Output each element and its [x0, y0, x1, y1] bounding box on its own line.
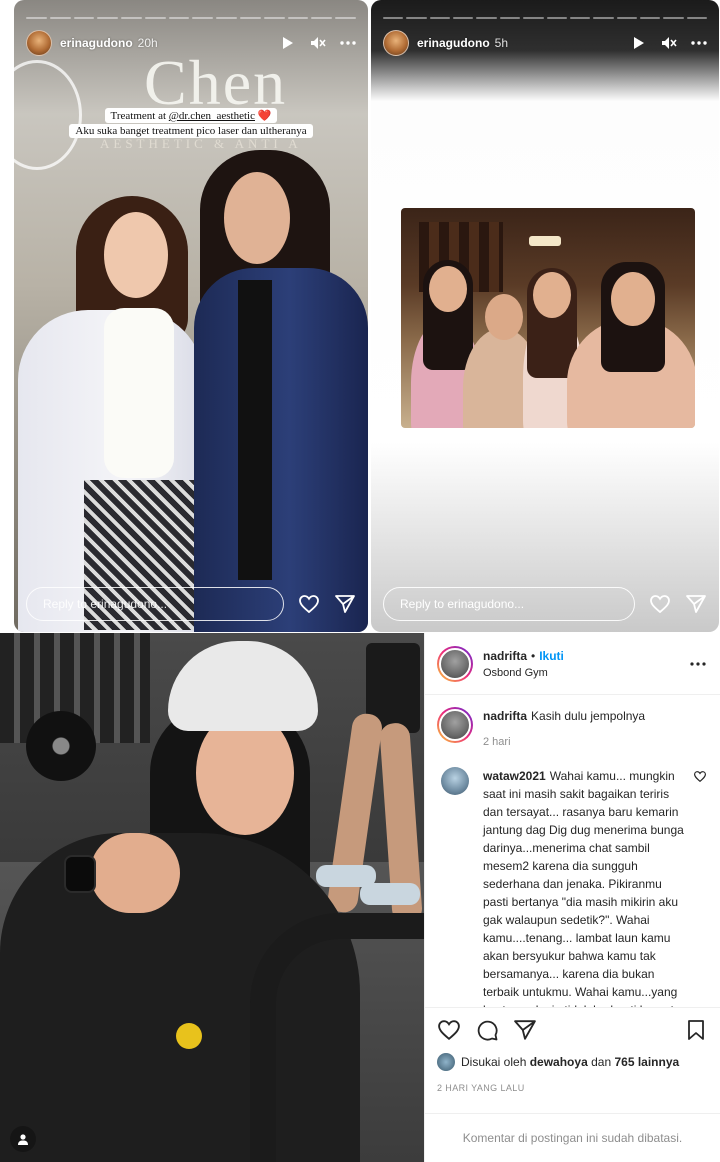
- likes-count[interactable]: 765 lainnya: [614, 1055, 679, 1069]
- mute-icon[interactable]: [661, 35, 677, 51]
- follow-button[interactable]: Ikuti: [539, 649, 564, 663]
- story-username[interactable]: erinagudono: [417, 36, 490, 50]
- avatar: [437, 1053, 455, 1071]
- screenshot-collage: Chen AESTHETIC & ANTI A Treatment at @dr…: [0, 0, 720, 1162]
- story-footer: Reply to erinagudono...: [383, 586, 707, 622]
- progress-segment: [453, 17, 474, 19]
- progress-segment: [73, 17, 95, 19]
- likes-user[interactable]: dewahoya: [530, 1055, 588, 1069]
- avatar[interactable]: [26, 30, 52, 56]
- progress-segment: [593, 17, 614, 19]
- progress-segment: [121, 17, 142, 19]
- progress-segment: [144, 17, 166, 19]
- likes-summary[interactable]: Disukai oleh dewahoya dan 765 lainnya: [437, 1053, 708, 1071]
- story-progress-bar: [26, 17, 356, 19]
- heart-icon[interactable]: [437, 1018, 461, 1042]
- reply-input[interactable]: Reply to erinagudono...: [383, 587, 635, 621]
- user-icon[interactable]: [10, 1126, 36, 1152]
- progress-segment: [192, 17, 214, 19]
- progress-segment: [406, 17, 427, 19]
- progress-segment: [429, 17, 451, 19]
- bookmark-icon[interactable]: [684, 1018, 708, 1042]
- story-caption-mention[interactable]: @dr.chen_aesthetic: [169, 110, 255, 122]
- comments-closed-notice: Komentar di postingan ini sudah dibatasi…: [425, 1113, 720, 1162]
- story-header: erinagudono 20h: [26, 30, 356, 56]
- post-panel: nadrifta • Ikuti Osbond Gym nadrifta Kasi…: [424, 633, 720, 1162]
- progress-segment: [263, 17, 285, 19]
- avatar[interactable]: [383, 30, 409, 56]
- progress-segment: [546, 17, 567, 19]
- progress-segment: [216, 17, 238, 19]
- likes-and: dan: [591, 1055, 612, 1069]
- likes-prefix: Disukai oleh: [461, 1055, 527, 1069]
- story-footer: Reply to erinagudono...: [26, 586, 356, 622]
- reply-input[interactable]: Reply to erinagudono...: [26, 587, 284, 621]
- story-time: 20h: [137, 36, 158, 50]
- more-icon[interactable]: [340, 35, 356, 51]
- progress-segment: [499, 17, 521, 19]
- story-left: Chen AESTHETIC & ANTI A Treatment at @dr…: [14, 0, 368, 632]
- progress-segment: [240, 17, 261, 19]
- caption-item: nadrifta Kasih dulu jempolnya 2 hari: [437, 707, 708, 751]
- post-username[interactable]: nadrifta: [483, 649, 527, 663]
- progress-segment: [383, 17, 404, 19]
- progress-segment: [686, 17, 708, 19]
- caption-text: Kasih dulu jempolnya: [531, 709, 646, 723]
- send-icon[interactable]: [334, 593, 356, 615]
- story-caption-line2: Aku suka banget treatment pico laser dan…: [69, 124, 313, 138]
- comment-icon[interactable]: [475, 1018, 499, 1042]
- play-icon[interactable]: [631, 35, 647, 51]
- more-icon[interactable]: [688, 654, 708, 674]
- story-time: 5h: [494, 36, 509, 50]
- send-icon[interactable]: [513, 1018, 537, 1042]
- avatar[interactable]: [441, 767, 469, 795]
- post-location[interactable]: Osbond Gym: [483, 667, 564, 679]
- progress-segment: [168, 17, 190, 19]
- comment-username[interactable]: wataw2021: [483, 769, 546, 783]
- progress-segment: [663, 17, 684, 19]
- progress-segment: [287, 17, 309, 19]
- caption-age: 2 hari: [483, 736, 511, 748]
- progress-segment: [523, 17, 544, 19]
- progress-segment: [335, 17, 356, 19]
- comments-list[interactable]: nadrifta Kasih dulu jempolnya 2 hari wata…: [425, 695, 720, 1007]
- progress-segment: [49, 17, 71, 19]
- send-icon[interactable]: [685, 593, 707, 615]
- post-photo[interactable]: [0, 633, 424, 1162]
- story-right: erinagudono 5h Reply to erinagudono...: [371, 0, 719, 632]
- heart-icon[interactable]: [693, 771, 708, 785]
- story-header: erinagudono 5h: [383, 30, 707, 56]
- progress-segment: [639, 17, 661, 19]
- story-progress-bar: [383, 17, 708, 19]
- play-icon[interactable]: [280, 35, 296, 51]
- story-photo-person-right: [182, 150, 368, 632]
- progress-segment: [311, 17, 333, 19]
- avatar[interactable]: [437, 707, 473, 743]
- post-actions: [425, 1007, 720, 1051]
- comment-item: wataw2021 Wahai kamu... mungkin saat ini …: [437, 767, 708, 1007]
- mute-icon[interactable]: [310, 35, 326, 51]
- progress-segment: [26, 17, 47, 19]
- avatar[interactable]: [437, 645, 473, 682]
- story-username[interactable]: erinagudono: [60, 36, 133, 50]
- progress-segment: [97, 17, 119, 19]
- clinic-sign: Chen AESTHETIC & ANTI A: [14, 40, 368, 170]
- progress-segment: [476, 17, 497, 19]
- progress-segment: [616, 17, 637, 19]
- more-icon[interactable]: [691, 35, 707, 51]
- heart-icon[interactable]: [649, 593, 671, 615]
- comment-text: Wahai kamu... mungkin saat ini masih sak…: [483, 769, 684, 1007]
- heart-icon[interactable]: [298, 593, 320, 615]
- post-date: 2 HARI YANG LALU: [437, 1083, 525, 1093]
- progress-segment: [569, 17, 591, 19]
- story-caption: Treatment at @dr.chen_aesthetic ❤️ Aku s…: [14, 108, 368, 139]
- caption-username[interactable]: nadrifta: [483, 709, 527, 723]
- story-family-photo: [401, 208, 695, 428]
- separator-dot: •: [531, 648, 536, 663]
- post-header: nadrifta • Ikuti Osbond Gym: [425, 633, 720, 695]
